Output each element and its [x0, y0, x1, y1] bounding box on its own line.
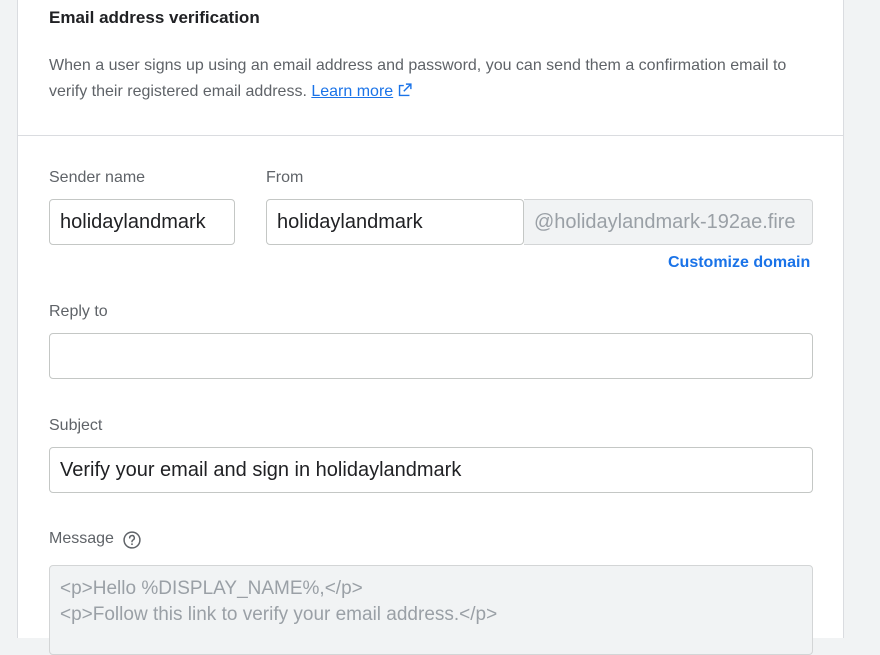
- message-label: Message: [49, 530, 114, 547]
- subject-input[interactable]: Verify your email and sign in holidaylan…: [49, 447, 813, 493]
- description-text: When a user signs up using an email addr…: [49, 57, 787, 100]
- message-line: <p>Follow this link to verify your email…: [60, 604, 498, 625]
- reply-to-input[interactable]: [49, 333, 813, 379]
- from-domain-field: @holidaylandmark-192ae.fire: [524, 199, 813, 245]
- learn-more-label: Learn more: [311, 83, 394, 100]
- sender-name-input[interactable]: holidaylandmark: [49, 199, 235, 245]
- section-divider: [18, 135, 843, 136]
- message-line: <p>Hello %DISPLAY_NAME%,</p>: [60, 578, 363, 599]
- section-description: When a user signs up using an email addr…: [49, 53, 819, 105]
- customize-domain-button[interactable]: Customize domain: [668, 254, 810, 272]
- message-textarea: <p>Hello %DISPLAY_NAME%,</p> <p>Follow t…: [49, 565, 813, 655]
- sender-name-label: Sender name: [49, 169, 146, 186]
- from-label: From: [266, 169, 304, 186]
- email-verification-card: Email address verification When a user s…: [17, 0, 844, 655]
- open-in-new-icon: [399, 83, 412, 97]
- reply-to-label: Reply to: [49, 303, 108, 320]
- help-circle-icon[interactable]: [122, 530, 142, 550]
- subject-label: Subject: [49, 417, 103, 434]
- from-input[interactable]: holidaylandmark: [266, 199, 524, 245]
- section-title: Email address verification: [49, 8, 260, 27]
- learn-more-link[interactable]: Learn more: [311, 83, 413, 100]
